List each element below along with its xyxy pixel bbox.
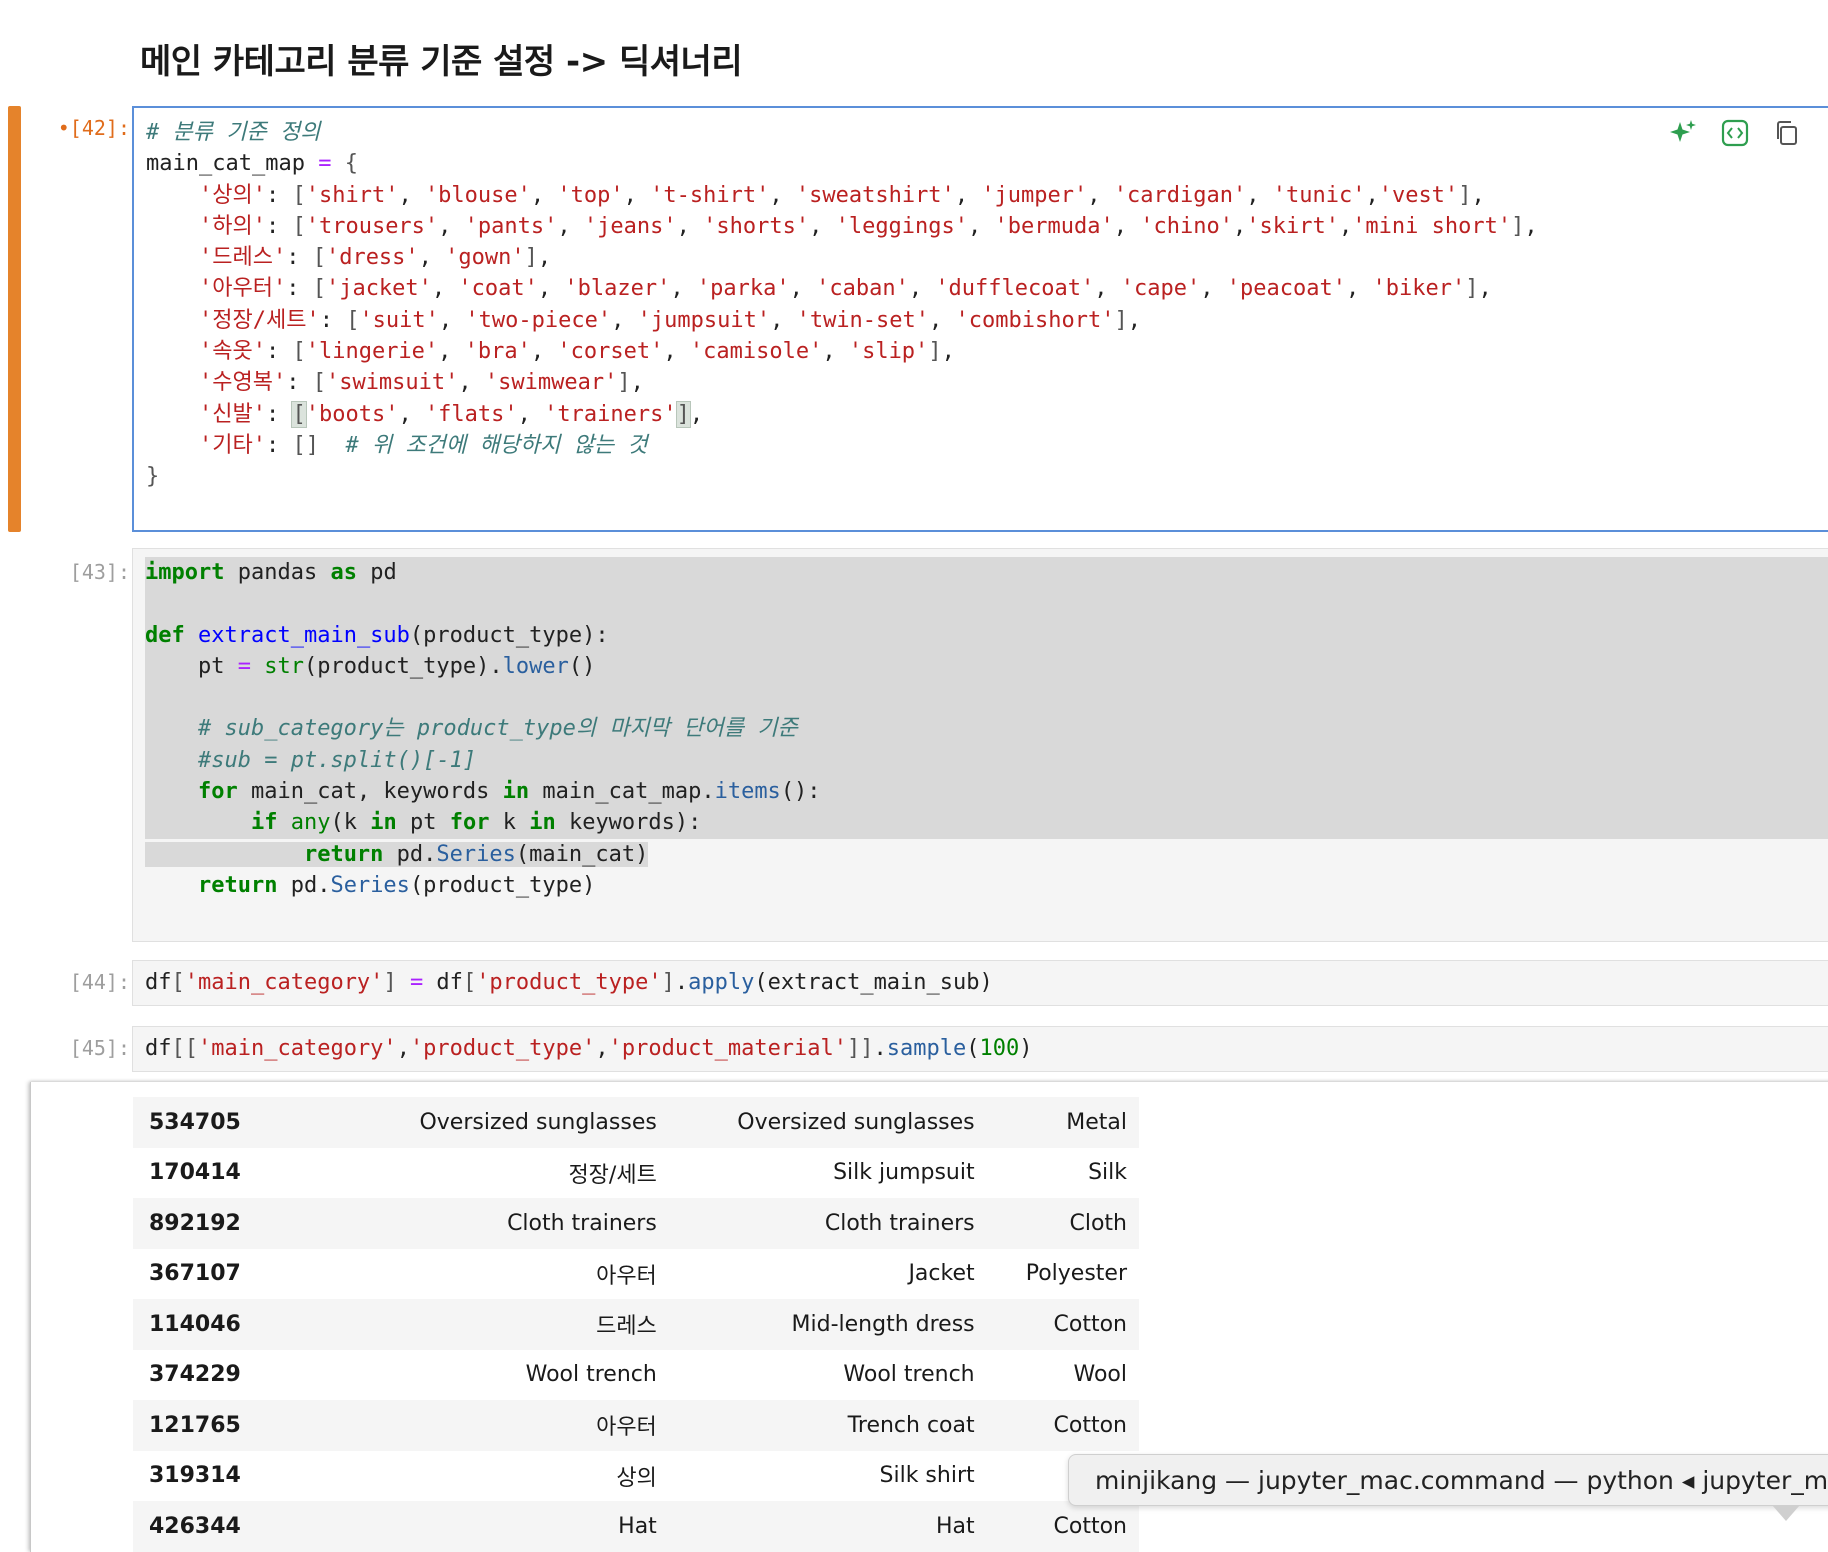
terminal-window-tooltip[interactable]: minjikang — jupyter_mac.command — python… <box>1068 1454 1828 1506</box>
cell-product-type: Hat <box>668 1501 987 1552</box>
code-editor-45[interactable]: df[['main_category','product_type','prod… <box>132 1026 1828 1072</box>
cell-toolbar <box>1668 118 1828 148</box>
table-row: 534705 Oversized sunglasses Oversized sung… <box>133 1097 1139 1148</box>
duplicate-icon[interactable] <box>1772 118 1802 148</box>
table-row: 374229 Wool trench Wool trench Wool <box>133 1350 1139 1401</box>
cell-product-material: Silk <box>1088 1160 1127 1186</box>
cell-main-category: 드레스 <box>351 1299 669 1350</box>
code-cell-42[interactable]: •[42]: # 분류 기준 정의 main_cat_map = { '상의':… <box>0 106 1828 534</box>
cell-main-category: Hat <box>351 1501 669 1552</box>
tooltip-arrow <box>1772 1505 1800 1521</box>
cell-product-type: Wool trench <box>843 1362 975 1388</box>
cell-product-type: Silk shirt <box>879 1463 975 1489</box>
table-row: 170414 정장/세트 Silk jumpsuit Silk <box>133 1148 1139 1199</box>
code-text-43[interactable]: import pandas as pd def extract_main_sub… <box>133 549 1828 901</box>
cell-product-type: Cloth trainers <box>668 1198 987 1249</box>
row-index: 534705 <box>133 1097 351 1148</box>
cell-main-category: 상의 <box>616 1465 657 1491</box>
code-editor-42[interactable]: # 분류 기준 정의 main_cat_map = { '상의': ['shir… <box>132 106 1828 532</box>
code-brackets-icon[interactable] <box>1720 118 1750 148</box>
row-index: 121765 <box>133 1400 351 1451</box>
code-cell-43[interactable]: [43]: import pandas as pd def extract_ma… <box>0 548 1828 942</box>
cell-main-category: Oversized sunglasses <box>351 1097 669 1148</box>
table-row: 121765 아우터 Trench coat Cotton <box>133 1400 1139 1451</box>
table-row: 319314 상의 Silk shirt <box>133 1451 1139 1502</box>
cell-main-category: 정장/세트 <box>568 1162 657 1188</box>
row-index: 114046 <box>133 1299 351 1350</box>
cell-product-material: Cotton <box>986 1299 1139 1350</box>
cell-main-category: 아우터 <box>596 1263 657 1289</box>
sparkle-ai-icon[interactable] <box>1668 118 1698 148</box>
table-row: 367107 아우터 Jacket Polyester <box>133 1249 1139 1300</box>
execution-count-42: •[42]: <box>57 116 130 140</box>
cell-product-material: Cloth <box>986 1198 1139 1249</box>
code-cell-44[interactable]: [44]: df['main_category'] = df['product_… <box>0 960 1828 1006</box>
cell-main-category: Wool trench <box>525 1362 657 1388</box>
code-text-45[interactable]: df[['main_category','product_type','prod… <box>133 1027 1828 1064</box>
code-cell-45[interactable]: [45]: df[['main_category','product_type'… <box>0 1026 1828 1072</box>
cell-product-type: Oversized sunglasses <box>668 1097 987 1148</box>
move-up-icon[interactable] <box>1824 118 1828 148</box>
row-index: 892192 <box>133 1198 351 1249</box>
code-editor-43[interactable]: import pandas as pd def extract_main_sub… <box>132 548 1828 942</box>
table-row: 114046 드레스 Mid-length dress Cotton <box>133 1299 1139 1350</box>
execution-count-45: [45]: <box>69 1036 130 1060</box>
row-index: 319314 <box>149 1463 241 1489</box>
cell-product-type: Mid-length dress <box>668 1299 987 1350</box>
cell-product-material: Metal <box>986 1097 1139 1148</box>
cell-product-type: Silk jumpsuit <box>833 1160 975 1186</box>
cell-product-material: Cotton <box>986 1501 1139 1552</box>
table-row: 892192 Cloth trainers Cloth trainers Cloth <box>133 1198 1139 1249</box>
row-index: 367107 <box>149 1261 241 1287</box>
execution-count-43: [43]: <box>69 560 130 584</box>
code-text-42[interactable]: # 분류 기준 정의 main_cat_map = { '상의': ['shir… <box>134 108 1828 493</box>
cell-product-type: Trench coat <box>668 1400 987 1451</box>
dataframe-table: 534705 Oversized sunglasses Oversized sung… <box>133 1097 1139 1552</box>
code-text-44[interactable]: df['main_category'] = df['product_type']… <box>133 961 1828 998</box>
cell-product-type: Jacket <box>908 1261 975 1287</box>
cell-product-material: Cotton <box>986 1400 1139 1451</box>
row-index: 426344 <box>133 1501 351 1552</box>
cell-product-material: Polyester <box>1025 1261 1127 1287</box>
cell-main-category: Cloth trainers <box>351 1198 669 1249</box>
cell-main-category: 아우터 <box>351 1400 669 1451</box>
execution-count-44: [44]: <box>69 970 130 994</box>
row-index: 170414 <box>149 1160 241 1186</box>
table-row: 426344 Hat Hat Cotton <box>133 1501 1139 1552</box>
code-editor-44[interactable]: df['main_category'] = df['product_type']… <box>132 960 1828 1006</box>
cell-product-material: Wool <box>1073 1362 1128 1388</box>
row-index: 374229 <box>149 1362 241 1388</box>
markdown-heading: 메인 카테고리 분류 기준 설정 -> 딕셔너리 <box>140 42 743 82</box>
active-cell-indicator <box>8 106 21 532</box>
